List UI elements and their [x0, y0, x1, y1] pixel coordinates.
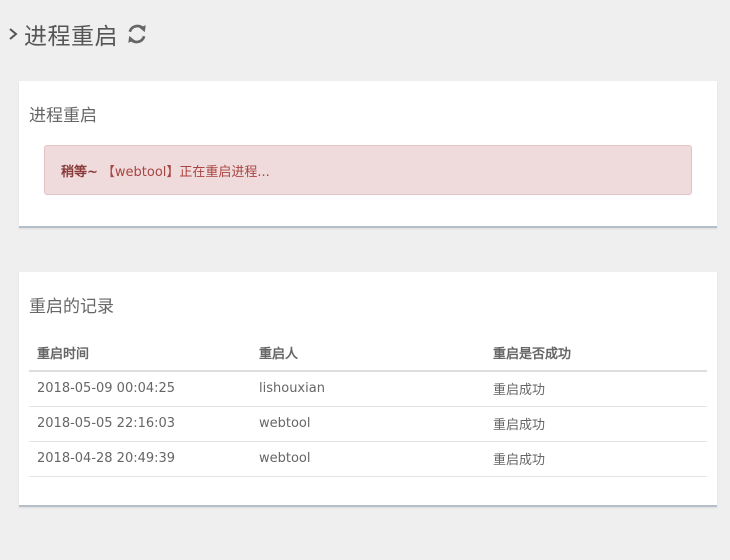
- refresh-icon[interactable]: [126, 23, 148, 45]
- page-title: 进程重启: [24, 24, 118, 50]
- cell-operator: webtool: [251, 406, 485, 442]
- page-header: 进程重启: [6, 16, 148, 52]
- restart-records-table: 重启时间 重启人 重启是否成功 2018-05-09 00:04:25 lish…: [29, 335, 707, 477]
- alert-message: 【webtool】正在重启进程...: [101, 164, 270, 180]
- column-header-operator: 重启人: [251, 335, 485, 372]
- table-row: 2018-05-09 00:04:25 lishouxian 重启成功: [29, 371, 707, 407]
- cell-time: 2018-04-28 20:49:39: [29, 441, 251, 477]
- cell-result: 重启成功: [485, 371, 707, 407]
- restart-alert: 稍等~ 【webtool】正在重启进程...: [44, 145, 692, 195]
- restart-status-panel: 进程重启 稍等~ 【webtool】正在重启进程...: [19, 81, 717, 228]
- panel-title: 进程重启: [29, 106, 97, 126]
- table-row: 2018-05-05 22:16:03 webtool 重启成功: [29, 406, 707, 442]
- alert-strong-text: 稍等~: [61, 164, 98, 180]
- cell-result: 重启成功: [485, 406, 707, 442]
- cell-time: 2018-05-09 00:04:25: [29, 371, 251, 407]
- restart-history-panel: 重启的记录 重启时间 重启人 重启是否成功 2018-05-09 00:04:2…: [19, 272, 717, 507]
- chevron-right-icon: [9, 28, 18, 40]
- cell-result: 重启成功: [485, 441, 707, 477]
- cell-operator: lishouxian: [251, 371, 485, 407]
- table-header-row: 重启时间 重启人 重启是否成功: [29, 335, 707, 372]
- cell-time: 2018-05-05 22:16:03: [29, 406, 251, 442]
- table-row: 2018-04-28 20:49:39 webtool 重启成功: [29, 441, 707, 477]
- column-header-time: 重启时间: [29, 335, 251, 372]
- column-header-result: 重启是否成功: [485, 335, 707, 372]
- panel-title: 重启的记录: [29, 297, 114, 317]
- cell-operator: webtool: [251, 441, 485, 477]
